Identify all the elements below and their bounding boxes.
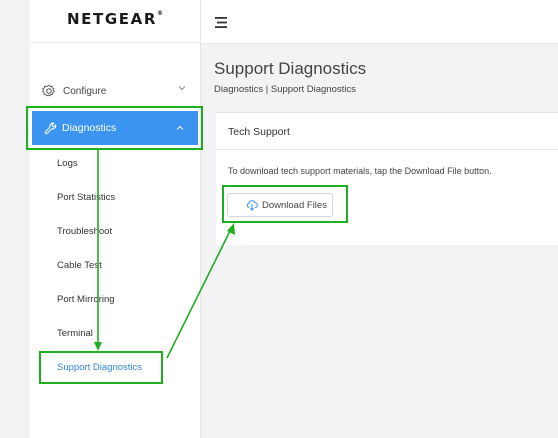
menu-icon[interactable] — [215, 17, 229, 28]
breadcrumb: Diagnostics | Support Diagnostics — [214, 84, 356, 95]
sidebar-item-port-statistics[interactable]: Port Statistics — [57, 192, 115, 203]
gear-icon — [42, 84, 55, 97]
card-divider — [216, 149, 558, 150]
tech-support-card: Tech Support To download tech support ma… — [216, 112, 558, 245]
netgear-logo: NETGEAR® — [30, 10, 200, 28]
sidebar-item-troubleshoot[interactable]: Troubleshoot — [57, 226, 112, 237]
window-frame-left — [0, 0, 30, 438]
sidebar-item-configure-label: Configure — [63, 85, 107, 97]
page-title: Support Diagnostics — [214, 59, 367, 78]
sidebar-item-port-mirroring[interactable]: Port Mirroring — [57, 294, 115, 305]
logo-text: NETGEAR — [67, 10, 157, 28]
registered-mark: ® — [156, 10, 163, 17]
sidebar-item-configure[interactable]: Configure — [42, 80, 192, 102]
highlight-diagnostics — [26, 106, 203, 150]
card-title: Tech Support — [228, 126, 290, 138]
sidebar-item-logs[interactable]: Logs — [57, 158, 78, 169]
sidebar-divider — [30, 42, 200, 43]
highlight-download-files — [222, 185, 348, 223]
highlight-support-diagnostics — [39, 351, 163, 384]
card-description: To download tech support materials, tap … — [228, 166, 492, 176]
chevron-down-icon — [178, 86, 186, 91]
sidebar-item-terminal[interactable]: Terminal — [57, 328, 93, 339]
top-bar — [201, 0, 558, 44]
sidebar-item-cable-test[interactable]: Cable Test — [57, 260, 102, 271]
